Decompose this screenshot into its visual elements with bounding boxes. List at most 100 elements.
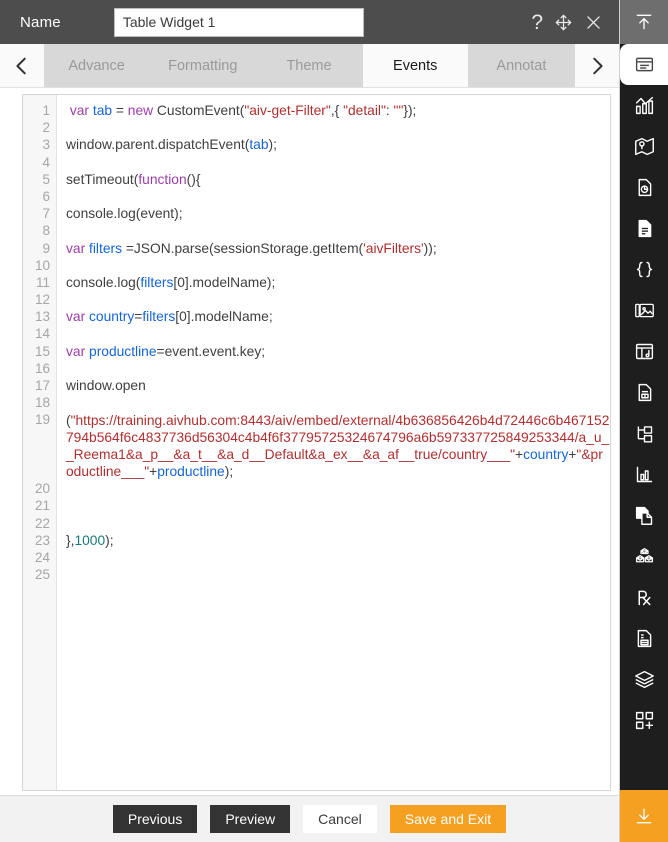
download-down-icon[interactable] <box>620 790 668 842</box>
line-number: 22 <box>34 515 50 531</box>
rail-item-column-chart-axis-icon[interactable] <box>620 454 668 495</box>
tab-theme[interactable]: Theme <box>256 44 363 87</box>
close-icon[interactable] <box>584 13 603 32</box>
line-number: 23 <box>34 532 50 548</box>
help-icon[interactable]: ? <box>531 12 543 33</box>
rail-item-cube-stack-icon[interactable] <box>620 536 668 577</box>
titlebar-actions: ? <box>531 12 609 33</box>
line-number: 9 <box>42 240 50 256</box>
cancel-button[interactable]: Cancel <box>303 805 377 833</box>
tab-events[interactable]: Events <box>362 44 469 87</box>
line-number: 18 <box>34 395 50 411</box>
line-number: 24 <box>34 549 50 565</box>
tabs-scroll-right-button[interactable] <box>575 44 619 87</box>
widget-toolbar-rail <box>620 0 668 842</box>
events-script-editor-container: 1 2 3 4 5 6 7 8 9 10 11 12 13 14 15 16 17 18 19 20 21 22 23 24 2… <box>0 88 619 795</box>
line-number: 17 <box>34 378 50 393</box>
dialog-titlebar: Name ? <box>0 0 619 44</box>
rail-item-image-gallery-icon[interactable] <box>620 290 668 331</box>
editor-code-area[interactable]: var tab = new CustomEvent("aiv-get-Filte… <box>57 95 610 790</box>
line-number: 20 <box>34 481 50 497</box>
line-number: 25 <box>34 567 50 583</box>
code-editor[interactable]: 1 2 3 4 5 6 7 8 9 10 11 12 13 14 15 16 17 18 19 20 21 22 23 24 2… <box>22 94 611 791</box>
code-line: var filters =JSON.parse(sessionStorage.g… <box>66 240 437 256</box>
collapse-up-icon[interactable] <box>620 0 668 44</box>
line-number: 7 <box>42 206 50 222</box>
rail-item-add-widget-icon[interactable] <box>620 700 668 741</box>
widget-properties-dialog: Name ? <box>0 0 668 842</box>
rail-item-layers-icon[interactable] <box>620 659 668 700</box>
code-line: setTimeout(function(){ <box>66 171 201 187</box>
code-line: },1000); <box>66 533 114 549</box>
tab-advance[interactable]: Advance <box>44 44 151 87</box>
line-number: 19 <box>34 412 50 428</box>
line-number: 2 <box>42 120 50 136</box>
save-and-exit-button[interactable]: Save and Exit <box>389 805 507 833</box>
line-number: 8 <box>42 223 50 239</box>
line-number: 4 <box>42 154 50 170</box>
line-number: 21 <box>34 498 50 514</box>
line-number: 3 <box>42 137 50 153</box>
rail-item-bar-chart-icon[interactable] <box>620 85 668 126</box>
line-number <box>23 429 56 446</box>
previous-button[interactable]: Previous <box>112 805 198 833</box>
dialog-body: Name ? <box>0 0 620 842</box>
tab-formatting[interactable]: Formatting <box>150 44 257 87</box>
line-number: 5 <box>42 171 50 187</box>
preview-button[interactable]: Preview <box>210 805 291 833</box>
code-line: console.log(filters[0].modelName); <box>66 275 276 291</box>
editor-line-number-gutter: 1 2 3 4 5 6 7 8 9 10 11 12 13 14 15 16 17 18 19 20 21 22 23 24 2… <box>23 95 57 790</box>
line-number: 13 <box>34 309 50 325</box>
line-number: 16 <box>34 360 50 376</box>
code-line: window.open <box>66 378 146 394</box>
line-number: 11 <box>35 274 50 290</box>
rail-item-report-page-icon[interactable] <box>620 372 668 413</box>
code-line: window.parent.dispatchEvent(tab); <box>66 137 277 153</box>
code-line: var country=filters[0].modelName; <box>66 309 273 325</box>
tabs-scroll-left-button[interactable] <box>0 44 44 87</box>
rail-item-rx-prescription-icon[interactable] <box>620 577 668 618</box>
rail-item-hierarchy-tree-icon[interactable] <box>620 413 668 454</box>
dialog-footer: Previous Preview Cancel Save and Exit <box>0 795 619 842</box>
line-number: 6 <box>42 188 50 204</box>
code-line: var tab = new CustomEvent("aiv-get-Filte… <box>69 103 417 118</box>
rail-item-document-icon[interactable] <box>620 208 668 249</box>
rail-item-table-widget-icon[interactable] <box>620 44 668 85</box>
line-number: 10 <box>34 257 50 273</box>
rail-item-pie-report-icon[interactable] <box>620 167 668 208</box>
line-number <box>23 463 56 480</box>
move-icon[interactable] <box>554 13 573 32</box>
rail-item-map-icon[interactable] <box>620 126 668 167</box>
widget-name-input[interactable] <box>113 7 364 37</box>
name-label: Name <box>20 13 61 31</box>
rail-item-copy-page-icon[interactable] <box>620 495 668 536</box>
line-number <box>23 446 56 463</box>
code-line: ("https://training.aivhub.com:8443/aiv/e… <box>66 412 610 480</box>
rail-item-saved-document-icon[interactable] <box>620 618 668 659</box>
code-line: var productline=event.event.key; <box>66 343 266 359</box>
line-number: 14 <box>34 326 50 342</box>
line-number: 12 <box>34 292 50 308</box>
tab-strip: Advance Formatting Theme Events Annotat <box>0 44 619 88</box>
line-number: 15 <box>34 343 50 359</box>
code-line: console.log(event); <box>66 206 183 222</box>
tab-annotation[interactable]: Annotat <box>468 44 575 87</box>
line-number: 1 <box>42 103 50 118</box>
rail-item-grid-media-icon[interactable] <box>620 331 668 372</box>
rail-item-code-braces-icon[interactable] <box>620 249 668 290</box>
tab-list: Advance Formatting Theme Events Annotat <box>44 44 575 87</box>
